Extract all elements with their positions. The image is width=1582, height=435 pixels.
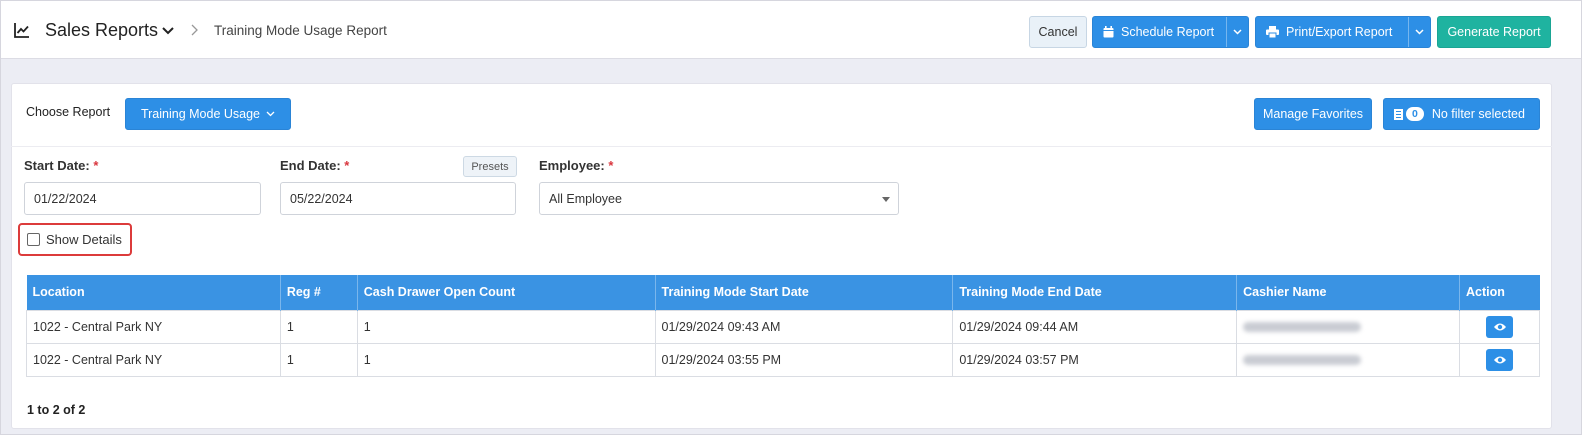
cell-start-date: 01/29/2024 03:55 PM [654, 342, 954, 377]
print-dropdown-toggle[interactable] [1408, 17, 1430, 47]
calendar-icon [1103, 26, 1114, 38]
chevron-down-icon [1233, 29, 1242, 35]
pagination-summary: 1 to 2 of 2 [27, 403, 86, 417]
cancel-button-label: Cancel [1038, 25, 1078, 39]
eye-icon [1493, 356, 1506, 363]
cell-end-date: 01/29/2024 09:44 AM [952, 309, 1238, 344]
redacted-name [1243, 322, 1362, 333]
view-button[interactable] [1486, 348, 1513, 371]
cell-reg: 1 [279, 309, 358, 344]
eye-icon [1493, 323, 1506, 330]
printer-icon [1266, 26, 1279, 38]
cell-location: 1022 - Central Park NY [26, 309, 281, 344]
chevron-down-icon[interactable] [161, 26, 175, 36]
panel-divider [11, 146, 1552, 147]
cell-action [1459, 342, 1540, 377]
schedule-report-button[interactable]: Schedule Report [1092, 16, 1249, 48]
table-row: 1022 - Central Park NY 1 1 01/29/2024 03… [26, 342, 1540, 377]
show-details-label[interactable]: Show Details [46, 232, 122, 247]
start-date-input[interactable]: 01/22/2024 [24, 182, 261, 215]
start-date-label-text: Start Date: [24, 158, 90, 173]
end-date-label-text: End Date: [280, 158, 341, 173]
employee-label-text: Employee: [539, 158, 605, 173]
column-header-action: Action [1459, 275, 1540, 310]
schedule-dropdown-toggle[interactable] [1226, 17, 1248, 47]
cell-location: 1022 - Central Park NY [26, 342, 281, 377]
presets-label: Presets [471, 160, 509, 173]
column-header-start-date[interactable]: Training Mode Start Date [655, 275, 954, 310]
column-header-end-date[interactable]: Training Mode End Date [952, 275, 1238, 310]
end-date-label: End Date: * [280, 158, 349, 173]
column-header-reg[interactable]: Reg # [280, 275, 358, 310]
required-mark: * [344, 158, 350, 173]
generate-report-button[interactable]: Generate Report [1437, 16, 1551, 48]
caret-down-icon [882, 197, 890, 202]
manage-favorites-button[interactable]: Manage Favorites [1254, 98, 1372, 130]
manage-favorites-label: Manage Favorites [1262, 107, 1364, 121]
choose-report-label: Choose Report [26, 105, 111, 119]
header-bar: Sales Reports Training Mode Usage Report… [1, 1, 1581, 59]
report-select-button[interactable]: Training Mode Usage [125, 98, 291, 130]
filter-list-icon [1394, 108, 1403, 120]
table-row: 1022 - Central Park NY 1 1 01/29/2024 09… [26, 309, 1540, 344]
table-header-row: Location Reg # Cash Drawer Open Count Tr… [26, 275, 1540, 310]
chevron-right-icon [191, 24, 198, 36]
column-header-location[interactable]: Location [26, 275, 281, 310]
cell-reg: 1 [279, 342, 358, 377]
required-mark: * [608, 158, 614, 173]
chevron-down-icon [266, 111, 275, 117]
breadcrumb: Training Mode Usage Report [214, 23, 387, 38]
end-date-value: 05/22/2024 [290, 191, 353, 206]
view-button[interactable] [1486, 315, 1513, 338]
cell-end-date: 01/29/2024 03:57 PM [952, 342, 1238, 377]
print-export-button[interactable]: Print/Export Report [1255, 16, 1431, 48]
show-details-checkbox[interactable] [27, 233, 40, 246]
selected-report-label: Training Mode Usage [140, 107, 261, 121]
column-header-cashier[interactable]: Cashier Name [1236, 275, 1461, 310]
filter-summary-button[interactable]: 0 No filter selected [1383, 98, 1540, 130]
start-date-label: Start Date: * [24, 158, 98, 173]
redacted-name [1243, 355, 1362, 366]
page-title: Sales Reports [45, 20, 159, 40]
cell-cashier [1236, 309, 1461, 344]
print-export-label: Print/Export Report [1286, 25, 1393, 39]
required-mark: * [93, 158, 99, 173]
generate-report-label: Generate Report [1447, 25, 1541, 39]
column-header-open-count[interactable]: Cash Drawer Open Count [357, 275, 656, 310]
app-frame: Sales Reports Training Mode Usage Report… [0, 0, 1582, 435]
end-date-input[interactable]: 05/22/2024 [280, 182, 516, 215]
chevron-down-icon [1415, 29, 1424, 35]
report-table: Location Reg # Cash Drawer Open Count Tr… [26, 275, 1540, 377]
cell-open-count: 1 [356, 342, 656, 377]
cancel-button[interactable]: Cancel [1029, 16, 1087, 48]
cell-start-date: 01/29/2024 09:43 AM [654, 309, 954, 344]
filter-summary-label: No filter selected [1431, 107, 1525, 121]
start-date-value: 01/22/2024 [34, 191, 97, 206]
cell-open-count: 1 [356, 309, 656, 344]
cell-action [1459, 309, 1540, 344]
schedule-report-label: Schedule Report [1121, 25, 1215, 39]
employee-value: All Employee [549, 191, 622, 206]
presets-button[interactable]: Presets [463, 156, 517, 177]
line-chart-icon [14, 23, 29, 38]
report-panel [11, 83, 1552, 429]
filter-count-badge: 0 [1406, 107, 1424, 121]
employee-select[interactable]: All Employee [539, 182, 899, 215]
cell-cashier [1236, 342, 1461, 377]
employee-label: Employee: * [539, 158, 613, 173]
